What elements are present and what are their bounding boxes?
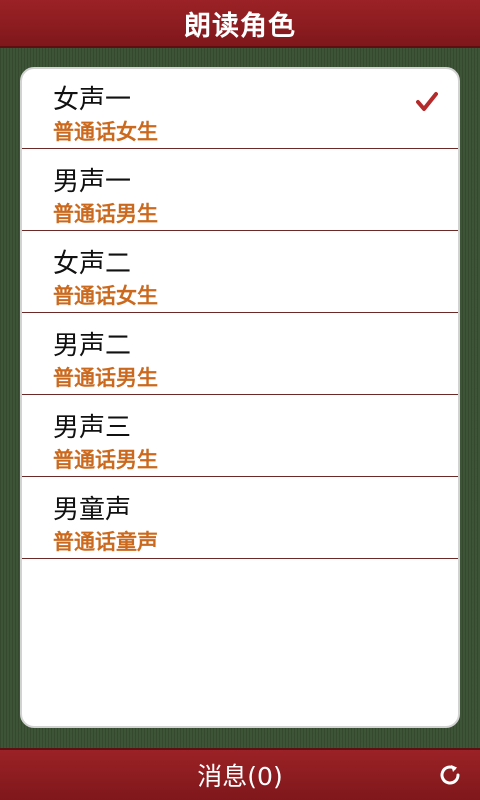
role-item-male-2[interactable]: 男声二 普通话男生 (22, 313, 458, 395)
role-name: 男童声 (53, 495, 132, 525)
role-name: 女声一 (53, 85, 132, 115)
role-item-female-1[interactable]: 女声一 普通话女生 (22, 69, 458, 149)
page-title: 朗读角色 (184, 10, 296, 42)
role-name: 女声二 (53, 249, 132, 279)
role-desc: 普通话女生 (53, 120, 158, 144)
role-name: 男声三 (53, 413, 132, 443)
refresh-icon[interactable] (436, 761, 464, 789)
role-desc: 普通话男生 (53, 202, 158, 226)
role-desc: 普通话童声 (53, 530, 158, 554)
role-desc: 普通话女生 (53, 284, 158, 308)
role-list-panel: 女声一 普通话女生 男声一 普通话男生 女声二 普通话女生 男声二 普通话男生 … (20, 67, 460, 728)
role-item-male-1[interactable]: 男声一 普通话男生 (22, 149, 458, 231)
role-name: 男声二 (53, 331, 132, 361)
role-item-boy[interactable]: 男童声 普通话童声 (22, 477, 458, 559)
role-item-male-3[interactable]: 男声三 普通话男生 (22, 395, 458, 477)
role-item-female-2[interactable]: 女声二 普通话女生 (22, 231, 458, 313)
check-icon (416, 91, 438, 113)
role-desc: 普通话男生 (53, 448, 158, 472)
bottom-bar: 消息(0) (0, 748, 480, 800)
messages-button[interactable]: 消息(0) (0, 750, 480, 800)
role-name: 男声一 (53, 167, 132, 197)
top-bar: 朗读角色 (0, 0, 480, 48)
role-list: 女声一 普通话女生 男声一 普通话男生 女声二 普通话女生 男声二 普通话男生 … (22, 69, 458, 559)
role-desc: 普通话男生 (53, 366, 158, 390)
